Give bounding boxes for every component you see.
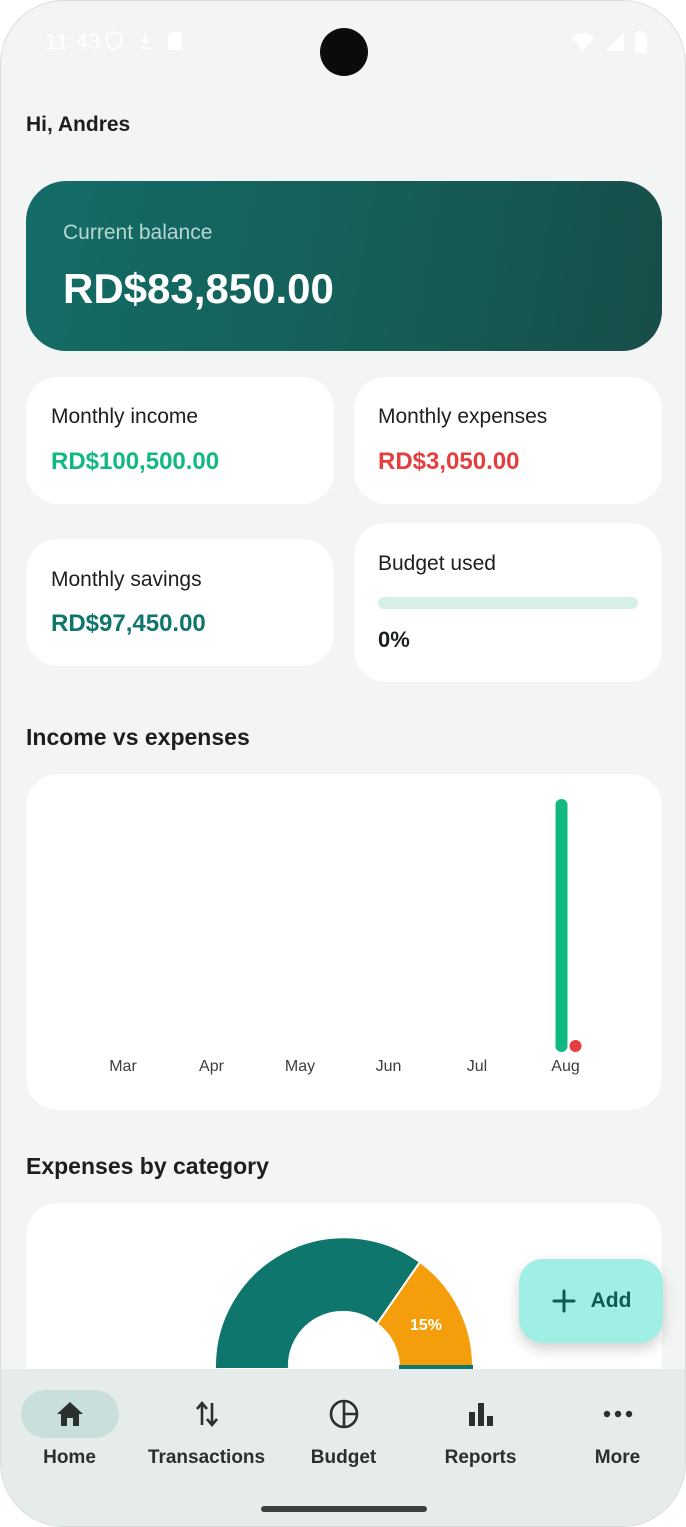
- nav-label-home: Home: [43, 1447, 96, 1468]
- nav-label-more: More: [594, 1447, 641, 1468]
- expenses-by-category-title: Expenses by category: [26, 1153, 269, 1179]
- income-vs-expenses-title: Income vs expenses: [26, 724, 250, 750]
- budget-used-label: Budget used: [378, 552, 496, 575]
- status-time: 11:43: [45, 29, 101, 54]
- add-button[interactable]: Add: [519, 1259, 663, 1343]
- plus-icon: [552, 1289, 576, 1313]
- nav-item-reports[interactable]: Reports: [412, 1369, 549, 1479]
- monthly-income-value: RD$100,500.00: [51, 448, 220, 475]
- nav-item-more[interactable]: More: [549, 1369, 685, 1479]
- budget-used-value: 0%: [378, 627, 410, 652]
- status-icons-right: [571, 31, 647, 53]
- monthly-expenses-label: Monthly expenses: [378, 405, 548, 428]
- x-tick-label-mar: Mar: [109, 1058, 137, 1075]
- x-tick-label-apr: Apr: [199, 1058, 225, 1075]
- nav-item-budget[interactable]: Budget: [275, 1369, 412, 1479]
- wifi-icon: [572, 32, 594, 51]
- pie-chart-icon: [329, 1399, 358, 1429]
- budget-used-card[interactable]: Budget used 0%: [354, 523, 662, 682]
- battery-icon: [635, 31, 647, 53]
- nav-item-home[interactable]: Home: [1, 1369, 138, 1479]
- nav-label-budget: Budget: [310, 1447, 377, 1468]
- donut-slice-main[interactable]: [213, 1236, 422, 1370]
- more-horizontal-icon: [603, 1410, 632, 1418]
- donut-slice-label: 15%: [410, 1317, 442, 1334]
- monthly-income-card[interactable]: Monthly income RD$100,500.00: [26, 377, 334, 504]
- bar-chart-icon: [468, 1403, 493, 1426]
- budget-progress-bar: [378, 597, 638, 609]
- nav-label-reports: Reports: [444, 1447, 517, 1468]
- monthly-expenses-value: RD$3,050.00: [378, 448, 520, 475]
- signal-icon: [606, 33, 624, 51]
- monthly-savings-value: RD$97,450.00: [51, 610, 206, 637]
- home-indicator: [261, 1506, 427, 1512]
- bar-series0-aug[interactable]: [555, 799, 568, 1052]
- income-vs-expenses-chart: Mar Apr May Jun Jul Aug: [26, 774, 662, 1110]
- swap-vertical-icon: [195, 1400, 218, 1428]
- x-tick-label-jul: Jul: [467, 1058, 487, 1075]
- status-bar: 11:43: [1, 1, 685, 83]
- greeting: Hi, Andres: [26, 113, 131, 136]
- monthly-savings-card[interactable]: Monthly savings RD$97,450.00: [26, 539, 334, 666]
- bar-series1-aug[interactable]: [569, 1040, 582, 1052]
- nav-label-transactions: Transactions: [147, 1447, 266, 1468]
- shield-icon: [106, 31, 122, 51]
- balance-value: RD$83,850.00: [63, 265, 334, 312]
- home-icon: [56, 1402, 83, 1426]
- balance-label: Current balance: [63, 221, 213, 244]
- x-tick-label-may: May: [285, 1058, 315, 1075]
- x-tick-label-aug: Aug: [551, 1058, 579, 1075]
- add-button-label: Add: [590, 1289, 632, 1312]
- status-icons-left: [105, 31, 183, 51]
- phone-screen: 11:43 Hi, Andres Current balance RD$83,8…: [0, 0, 686, 1527]
- x-tick-label-jun: Jun: [376, 1058, 402, 1075]
- monthly-savings-label: Monthly savings: [51, 568, 202, 591]
- balance-card[interactable]: Current balance RD$83,850.00: [26, 181, 662, 351]
- monthly-expenses-card[interactable]: Monthly expenses RD$3,050.00: [354, 377, 662, 504]
- bar-chart-svg: Mar Apr May Jun Jul Aug: [109, 799, 582, 1075]
- nav-item-transactions[interactable]: Transactions: [138, 1369, 275, 1479]
- sd-card-icon: [168, 32, 182, 50]
- bottom-navigation: Home Transactions Budget Reports More: [1, 1369, 685, 1526]
- camera-cutout: [320, 28, 368, 76]
- monthly-income-label: Monthly income: [51, 405, 199, 428]
- download-icon: [140, 33, 150, 49]
